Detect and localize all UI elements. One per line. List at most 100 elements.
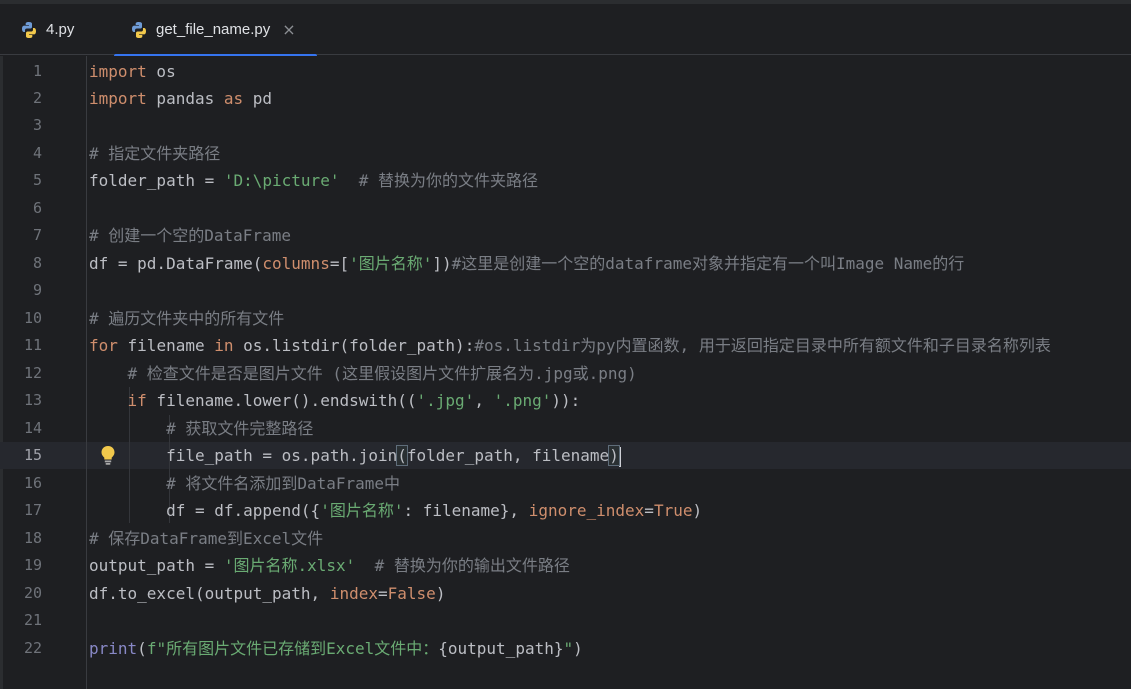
line-number: 21 — [23, 611, 42, 629]
matched-bracket: ( — [396, 445, 408, 466]
line-number: 4 — [32, 144, 42, 162]
line-number: 8 — [32, 254, 42, 272]
token: folder_path, filename — [406, 446, 610, 465]
line-number: 13 — [23, 391, 42, 409]
token: = — [378, 584, 388, 603]
code-line: 19 output_path = '图片名称.xlsx' # 替换为你的输出文件… — [0, 552, 1131, 579]
tab-4-py[interactable]: 4.py — [20, 4, 74, 55]
token: # 保存DataFrame到Excel文件 — [89, 529, 324, 548]
code-text: # 检查文件是否是图片文件 (这里假设图片文件扩展名为.jpg或.png) — [89, 360, 637, 387]
token: output_path = — [89, 556, 224, 575]
token: in — [214, 336, 234, 355]
code-line: 7 # 创建一个空的DataFrame — [0, 222, 1131, 249]
token: df = pd.DataFrame( — [89, 254, 263, 273]
line-number: 12 — [23, 364, 42, 382]
token: '图片名称.xlsx' — [223, 556, 356, 575]
code-text: df = pd.DataFrame(columns=['图片名称'])#这里是创… — [89, 250, 964, 277]
token: print — [89, 639, 138, 658]
token: pd — [243, 89, 273, 108]
python-file-icon — [22, 21, 36, 38]
token: df = df.append({ — [89, 501, 321, 520]
token: ]) — [432, 254, 452, 273]
code-line: 5 folder_path = 'D:\picture' # 替换为你的文件夹路… — [0, 167, 1131, 194]
token: '图片名称' — [320, 501, 404, 520]
code-text: if filename.lower().endswith(('.jpg', '.… — [89, 387, 581, 414]
token: # 获取文件完整路径 — [166, 419, 314, 438]
python-file-icon — [132, 21, 146, 38]
code-text: # 将文件名添加到DataFrame中 — [89, 470, 400, 497]
token: file_path = os.path.join — [89, 446, 398, 465]
token: ) — [573, 639, 583, 658]
line-number: 9 — [32, 281, 42, 299]
code-line: 8 df = pd.DataFrame(columns=['图片名称'])#这里… — [0, 250, 1131, 277]
token: # 创建一个空的DataFrame — [89, 226, 291, 245]
code-line-current: 15 file_path = os.path.join(folder_path,… — [0, 442, 1131, 469]
code-line: 16 # 将文件名添加到DataFrame中 — [0, 470, 1131, 497]
code-text: for filename in os.listdir(folder_path):… — [89, 332, 1051, 359]
token: os.listdir(folder_path): — [233, 336, 475, 355]
token: '.jpg' — [416, 391, 475, 410]
code-line: 13 if filename.lower().endswith(('.jpg',… — [0, 387, 1131, 414]
code-line: 14 # 获取文件完整路径 — [0, 415, 1131, 442]
line-number: 5 — [32, 171, 42, 189]
code-line: 2 import pandas as pd — [0, 85, 1131, 112]
text-caret — [618, 446, 621, 467]
token: # 检查文件是否是图片文件 (这里假设图片文件扩展名为.jpg或.png) — [127, 364, 637, 383]
close-icon[interactable]: × — [282, 21, 295, 38]
token: '.png' — [493, 391, 552, 410]
line-number: 2 — [32, 89, 42, 107]
code-line: 12 # 检查文件是否是图片文件 (这里假设图片文件扩展名为.jpg或.png) — [0, 360, 1131, 387]
code-line: 11 for filename in os.listdir(folder_pat… — [0, 332, 1131, 359]
token: filename — [117, 336, 215, 355]
token: '图片名称' — [349, 254, 433, 273]
token: True — [653, 501, 693, 520]
token: import — [89, 62, 147, 81]
code-text: # 获取文件完整路径 — [89, 415, 313, 442]
code-line: 10 # 遍历文件夹中的所有文件 — [0, 305, 1131, 332]
token: ignore_index — [528, 501, 645, 520]
token: # 指定文件夹路径 — [89, 144, 221, 163]
line-number: 3 — [32, 116, 42, 134]
code-line: 20 df.to_excel(output_path, index=False) — [0, 580, 1131, 607]
token: =[ — [329, 254, 350, 273]
matched-bracket: ) — [608, 445, 620, 466]
code-text: # 遍历文件夹中的所有文件 — [89, 305, 284, 332]
line-number: 7 — [32, 226, 42, 244]
code-line: 9 — [0, 277, 1131, 304]
code-line: 22 print(f"所有图片文件已存储到Excel文件中：{output_pa… — [0, 635, 1131, 662]
line-number: 22 — [23, 639, 42, 657]
line-number: 20 — [23, 584, 42, 602]
line-number: 16 — [23, 474, 42, 492]
code-line: 21 — [0, 607, 1131, 634]
token: # 将文件名添加到DataFrame中 — [166, 474, 401, 493]
code-text: folder_path = 'D:\picture' # 替换为你的文件夹路径 — [89, 167, 538, 194]
token: " — [563, 639, 574, 658]
token: {output_path} — [438, 639, 564, 658]
code-line: 6 — [0, 195, 1131, 222]
code-text: print(f"所有图片文件已存储到Excel文件中：{output_path}… — [89, 635, 583, 662]
token: pandas — [146, 89, 224, 108]
token: : filename}, — [403, 501, 529, 520]
line-number: 1 — [32, 62, 42, 80]
token: , — [474, 391, 494, 410]
tab-get-file-name-py[interactable]: get_file_name.py × — [130, 4, 296, 55]
token: import — [89, 89, 147, 108]
code-line: 18 # 保存DataFrame到Excel文件 — [0, 525, 1131, 552]
code-text: df = df.append({'图片名称': filename}, ignor… — [89, 497, 702, 524]
token: # 遍历文件夹中的所有文件 — [89, 309, 285, 328]
token: )): — [551, 391, 581, 410]
tab-label: 4.py — [46, 21, 75, 38]
line-number: 11 — [23, 336, 42, 354]
token: index — [329, 584, 378, 603]
token: #os.listdir为py内置函数, 用于返回指定目录中所有额文件和子目录名称… — [474, 336, 1051, 355]
line-number: 10 — [23, 309, 42, 327]
token: f"所有图片文件已存储到Excel文件中： — [146, 639, 439, 658]
token: # 替换为你的输出文件路径 — [355, 556, 570, 575]
tab-label: get_file_name.py — [156, 21, 271, 38]
token: if — [127, 391, 147, 410]
token: = — [644, 501, 654, 520]
code-text: file_path = os.path.join(folder_path, fi… — [89, 442, 621, 469]
